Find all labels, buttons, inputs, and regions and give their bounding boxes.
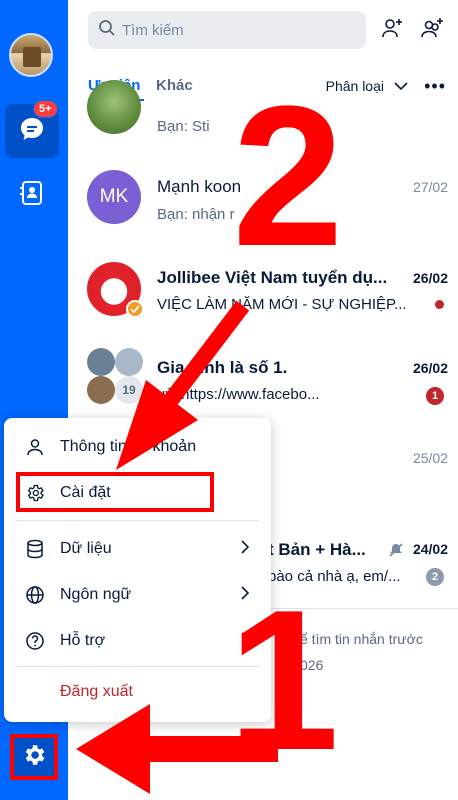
database-icon	[24, 538, 46, 560]
unread-count: 1	[426, 387, 444, 405]
muted-icon	[388, 542, 404, 563]
add-friend-icon	[380, 16, 404, 45]
search-icon	[98, 19, 116, 42]
conversation-time: 24/02	[412, 541, 448, 557]
conversation-avatar: MK	[87, 170, 141, 224]
menu-item-label: Hỗ trợ	[60, 632, 106, 649]
conversation-item[interactable]: MK Mạnh koon 27/02 Bạn: nhận r	[68, 150, 458, 234]
conversation-name: Jollibee Việt Nam tuyển dụ...	[157, 268, 388, 287]
logout-button[interactable]: Đăng xuất	[60, 683, 133, 701]
note-line-2: 026	[300, 657, 324, 673]
create-group-icon	[420, 16, 444, 45]
note-line-1: ể tìm tin nhắn trước	[300, 631, 423, 647]
verified-badge-icon	[126, 300, 144, 318]
gear-icon	[21, 742, 47, 773]
chevron-down-icon	[394, 78, 408, 94]
conversation-name: t Bản + Hà...	[268, 540, 366, 559]
unread-count: 2	[426, 568, 444, 586]
conversation-time: 27/02	[412, 179, 448, 195]
list-divider	[270, 608, 458, 609]
conversation-tabs: Ưu tiên Khác Phân loại •••	[88, 74, 450, 101]
search-bar[interactable]: Tìm kiếm	[88, 11, 366, 49]
user-avatar[interactable]	[9, 33, 53, 77]
chevron-right-icon	[241, 585, 250, 605]
conversation-avatar	[87, 80, 141, 134]
conversation-time: 25/02	[412, 450, 448, 466]
menu-item-data[interactable]: Dữ liệu	[4, 528, 271, 570]
conversation-name: Mạnh koon	[157, 177, 242, 196]
sort-label: Phân loại	[325, 78, 384, 94]
more-options-button[interactable]: •••	[424, 76, 446, 97]
conversation-item[interactable]: Jollibee Việt Nam tuyển dụ... 26/02 VIỆC…	[68, 234, 458, 318]
unread-badge: 5+	[33, 100, 58, 118]
sort-dropdown[interactable]: Phân loại	[326, 78, 408, 94]
chevron-right-icon	[241, 539, 250, 559]
help-icon	[24, 630, 46, 652]
menu-item-label: Dữ liệu	[60, 540, 112, 557]
menu-item-support[interactable]: Hỗ trợ	[4, 620, 271, 662]
chevron-right-icon	[241, 631, 250, 651]
menu-divider	[16, 520, 259, 521]
globe-icon	[24, 584, 46, 606]
conversation-item[interactable]: 19 Gia đình là số 1. 26/02 uỷ: https://w…	[68, 334, 458, 418]
search-placeholder: Tìm kiếm	[122, 21, 184, 39]
conversation-preview: bào cả nhà ạ, em/...	[268, 568, 401, 585]
tab-other[interactable]: Khác	[156, 77, 193, 94]
search-older-messages-note[interactable]: ể tìm tin nhắn trước 026	[300, 626, 423, 678]
conversation-preview: VIỆC LÀM NĂM MỚI - SỰ NGHIỆP...	[157, 296, 407, 313]
conversation-preview: Bạn: nhận r	[157, 206, 235, 223]
menu-divider	[16, 666, 259, 667]
conversation-preview: uỷ: https://www.facebo...	[157, 386, 320, 403]
conversation-time: 26/02	[412, 360, 448, 376]
add-friend-button[interactable]	[378, 16, 406, 44]
menu-item-label: Thông tin tài khoản	[60, 438, 197, 455]
conversation-time: 26/02	[412, 270, 448, 286]
conversation-name: Gia đình là số 1.	[157, 358, 288, 377]
user-icon	[24, 436, 46, 458]
menu-item-label: Ngôn ngữ	[60, 586, 132, 603]
group-avatar: 19	[87, 348, 145, 406]
contacts-icon	[19, 180, 45, 211]
avatar-initials: MK	[99, 186, 129, 207]
settings-button[interactable]	[10, 734, 58, 780]
settings-highlight-box	[16, 472, 214, 512]
create-group-button[interactable]	[418, 16, 446, 44]
menu-item-language[interactable]: Ngôn ngữ	[4, 574, 271, 616]
conversation-item[interactable]: Bạn: Sti	[68, 80, 458, 150]
chat-icon	[18, 115, 46, 148]
contacts-nav-button[interactable]	[5, 168, 59, 222]
conversation-preview: Bạn: Sti	[157, 118, 210, 135]
member-count: 19	[115, 376, 143, 404]
menu-item-account-info[interactable]: Thông tin tài khoản	[4, 426, 271, 468]
settings-menu: Thông tin tài khoản Cài đặt Dữ liệu Ngôn…	[4, 418, 271, 722]
messages-nav-button[interactable]: 5+	[5, 100, 59, 158]
unread-dot	[435, 300, 444, 309]
